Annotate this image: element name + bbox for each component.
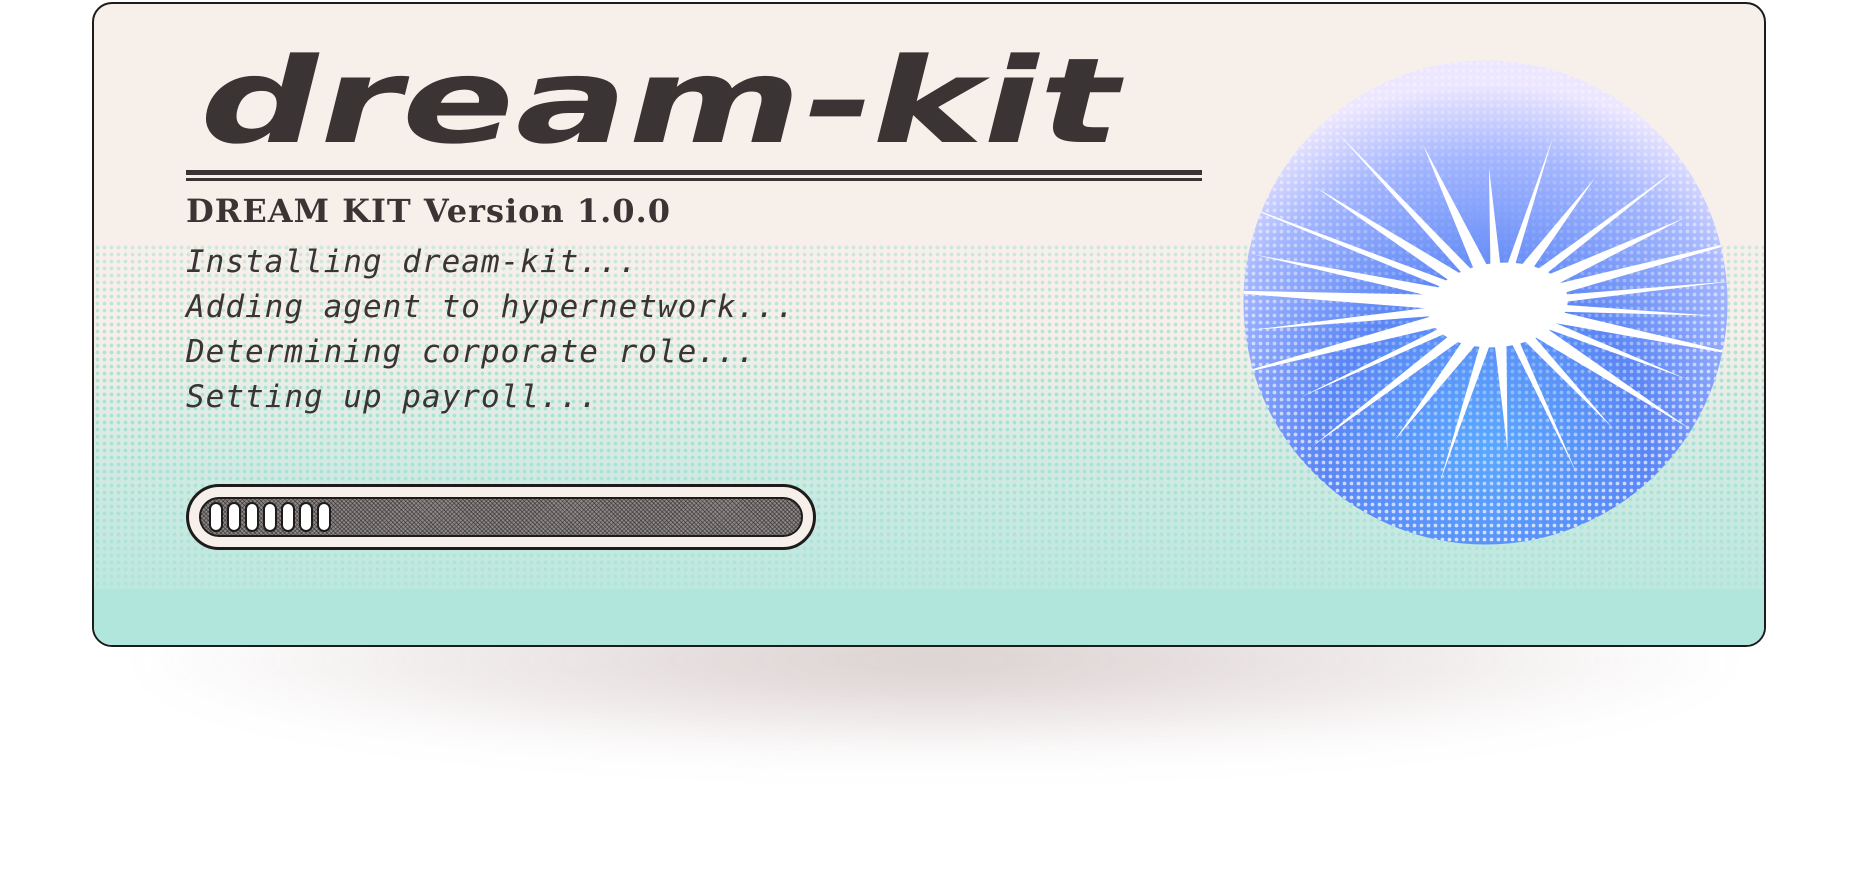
progress-track [199,497,803,537]
progress-segment [281,502,295,532]
teal-footer-band [94,589,1764,645]
progress-bar [186,484,816,550]
log-line: Determining corporate role... [186,334,757,370]
dream-kit-logo: dream-kit [194,52,1224,152]
install-log: Installing dream-kit... Adding agent to … [186,240,796,420]
installer-screen: dream-kit DREAM KIT Version 1.0.0 Instal… [0,0,1860,891]
progress-segment [263,502,277,532]
version-title: DREAM KIT Version 1.0.0 [186,192,671,230]
progress-segment [299,502,313,532]
log-line: Installing dream-kit... [186,244,639,280]
progress-segment [209,502,223,532]
logo-text: dream-kit [194,52,1139,152]
log-line: Adding agent to hypernetwork... [186,289,796,325]
progress-fill [209,502,331,532]
title-divider [186,170,1202,181]
installer-panel: dream-kit DREAM KIT Version 1.0.0 Instal… [92,2,1766,647]
progress-segment [245,502,259,532]
progress-segment [227,502,241,532]
progress-segment [317,502,331,532]
starburst-orb-icon [1243,60,1728,545]
log-line: Setting up payroll... [186,379,599,415]
